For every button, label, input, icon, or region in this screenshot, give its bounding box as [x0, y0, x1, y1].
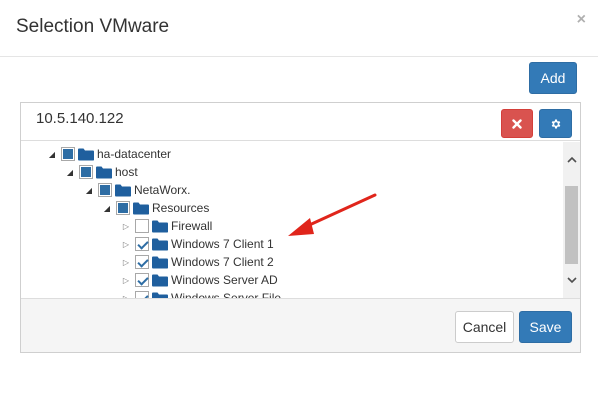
scrollbar-thumb[interactable] — [565, 186, 578, 264]
save-button[interactable]: Save — [519, 311, 572, 343]
remove-button[interactable] — [501, 109, 533, 138]
folder-icon — [96, 166, 112, 178]
gear-icon — [551, 119, 560, 128]
tree-checkbox[interactable] — [61, 147, 75, 161]
folder-icon — [152, 220, 168, 232]
tree-node[interactable]: ▷ Windows Server File — [121, 289, 281, 298]
tree-node[interactable]: ▷ Firewall — [121, 217, 212, 235]
folder-icon — [152, 256, 168, 268]
tree-node-label: Firewall — [171, 219, 213, 233]
tree-checkbox[interactable] — [135, 219, 149, 233]
tree-node[interactable]: ◢ host — [65, 163, 138, 181]
cancel-button[interactable]: Cancel — [455, 311, 514, 343]
close-icon[interactable]: × — [577, 11, 586, 29]
expand-toggle-icon[interactable]: ▷ — [121, 240, 131, 249]
scroll-down-icon[interactable] — [563, 272, 580, 289]
tree-node-label: NetaWorx. — [134, 183, 191, 197]
tree-node-label: Resources — [152, 201, 210, 215]
tree-checkbox[interactable] — [135, 273, 149, 287]
tree-node[interactable]: ▷ Windows 7 Client 2 — [121, 253, 274, 271]
server-ip: 10.5.140.122 — [36, 110, 124, 127]
tree-checkbox[interactable] — [98, 183, 112, 197]
tree-node-label: host — [115, 165, 138, 179]
folder-icon — [152, 238, 168, 250]
folder-icon — [152, 274, 168, 286]
dialog-title: Selection VMware — [16, 16, 170, 37]
tree-node[interactable]: ◢ Resources — [102, 199, 209, 217]
tree-checkbox[interactable] — [135, 291, 149, 298]
cancel-button-label: Cancel — [462, 319, 507, 335]
expand-toggle-icon[interactable]: ▷ — [121, 222, 131, 231]
tree-node-label: Windows Server File — [171, 291, 282, 298]
times-icon — [512, 118, 522, 129]
folder-icon — [78, 148, 94, 160]
collapse-toggle-icon[interactable]: ◢ — [47, 150, 57, 159]
collapse-toggle-icon[interactable]: ◢ — [65, 168, 75, 177]
expand-toggle-icon[interactable]: ▷ — [121, 276, 131, 285]
tree-node[interactable]: ◢ NetaWorx. — [84, 181, 190, 199]
folder-icon — [115, 184, 131, 196]
add-button-label: Add — [540, 70, 566, 86]
collapse-toggle-icon[interactable]: ◢ — [84, 186, 94, 195]
tree-node-label: Windows Server AD — [171, 273, 278, 287]
add-button[interactable]: Add — [529, 62, 577, 94]
modal-header: Selection VMware × — [0, 0, 598, 57]
tree-checkbox[interactable] — [135, 255, 149, 269]
tree-node-label: Windows 7 Client 2 — [171, 255, 274, 269]
settings-button[interactable] — [539, 109, 572, 138]
expand-toggle-icon[interactable]: ▷ — [121, 258, 131, 267]
tree-node[interactable]: ◢ ha-datacenter — [47, 145, 171, 163]
tree-node[interactable]: ▷ Windows Server AD — [121, 271, 278, 289]
scroll-up-icon[interactable] — [563, 151, 580, 168]
tree-node-label: ha-datacenter — [97, 147, 172, 161]
annotation-arrow-icon — [288, 193, 377, 236]
tree-node-label: Windows 7 Client 1 — [171, 237, 274, 251]
tree-checkbox[interactable] — [135, 237, 149, 251]
tree-scrollbar[interactable] — [563, 142, 580, 298]
panel-footer: Cancel Save — [21, 298, 580, 352]
tree-checkbox[interactable] — [79, 165, 93, 179]
folder-icon — [133, 202, 149, 214]
save-button-label: Save — [529, 319, 562, 335]
tree-node[interactable]: ▷ Windows 7 Client 1 — [121, 235, 274, 253]
tree-checkbox[interactable] — [116, 201, 130, 215]
collapse-toggle-icon[interactable]: ◢ — [102, 204, 112, 213]
panel-header: 10.5.140.122 — [21, 103, 580, 141]
